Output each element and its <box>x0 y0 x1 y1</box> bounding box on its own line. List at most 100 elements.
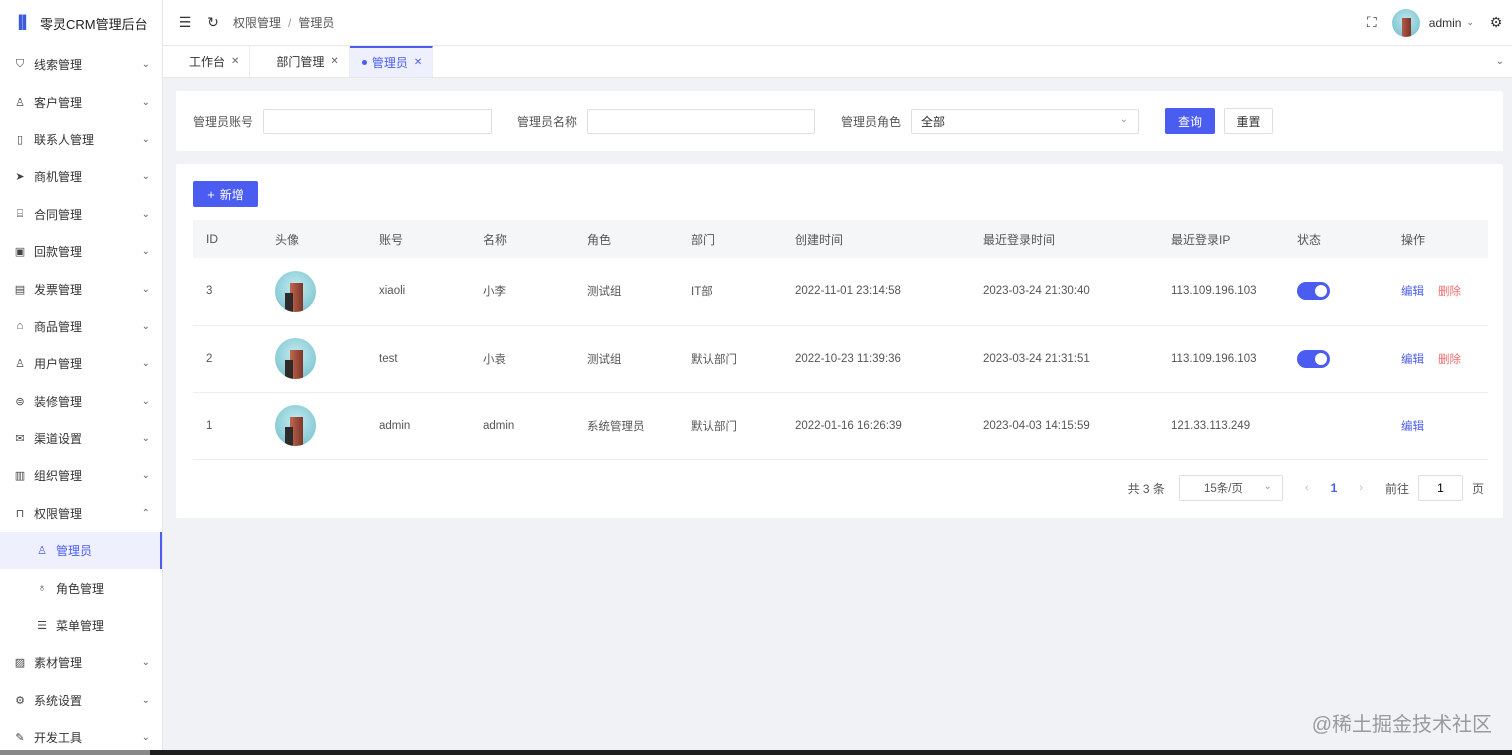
sidebar-item-label: 渠道设置 <box>34 432 83 447</box>
brand: ll 零灵CRM管理后台 <box>0 0 162 46</box>
close-icon[interactable]: ✕ <box>330 56 338 67</box>
cell-name: admin <box>470 392 574 460</box>
avatar <box>275 338 316 379</box>
close-icon[interactable]: ✕ <box>414 57 422 68</box>
reset-button[interactable]: 重置 <box>1224 108 1274 134</box>
sidebar-bottom-item-0[interactable]: ▨ 素材管理 ⌄ <box>0 644 162 681</box>
role-select[interactable]: 全部 ⌄ <box>911 108 1140 134</box>
status-toggle[interactable] <box>1297 282 1330 301</box>
sidebar-item-label: 发票管理 <box>34 282 83 297</box>
chevron-icon: ⌄ <box>141 96 150 108</box>
delete-link[interactable]: 删除 <box>1438 286 1461 298</box>
cell-avatar <box>262 392 366 460</box>
column-header: 角色 <box>574 220 678 258</box>
briefcase-icon: ⌸ <box>16 207 24 220</box>
sidebar-item-11[interactable]: ▥ 组织管理 ⌄ <box>0 457 162 494</box>
cell-actions: 编辑 删除 <box>1388 325 1488 393</box>
query-button[interactable]: 查询 <box>1165 108 1216 134</box>
tabs-more-icon[interactable]: ⌄ <box>1496 46 1504 77</box>
sidebar-bottom-item-1[interactable]: ⚙ 系统设置 ⌄ <box>0 682 162 719</box>
delete-link[interactable]: 删除 <box>1438 354 1461 366</box>
sidebar-item-3[interactable]: ➤ 商机管理 ⌄ <box>0 158 162 195</box>
cell-account: test <box>366 325 470 393</box>
user-avatar[interactable] <box>1391 8 1420 37</box>
column-header: 最近登录时间 <box>970 220 1158 258</box>
cell-created: 2022-10-23 11:39:36 <box>782 325 970 393</box>
page-number[interactable]: 1 <box>1331 481 1338 495</box>
breadcrumb-item-permission[interactable]: 权限管理 <box>233 14 281 31</box>
column-header: ID <box>193 220 262 258</box>
cell-last-login: 2023-03-24 21:30:40 <box>970 258 1158 326</box>
sidebar-item-4[interactable]: ⌸ 合同管理 ⌄ <box>0 196 162 233</box>
goto-page-input[interactable] <box>1417 475 1463 501</box>
sidebar-subitem-0[interactable]: ♙ 管理员 <box>0 532 162 570</box>
page-suffix: 页 <box>1471 481 1484 496</box>
sidebar-item-10[interactable]: ✉ 渠道设置 ⌄ <box>0 420 162 457</box>
column-header: 头像 <box>262 220 366 258</box>
page-size-select[interactable]: 15条/页 ⌄ <box>1178 475 1283 501</box>
sidebar-item-5[interactable]: ▣ 回款管理 ⌄ <box>0 233 162 270</box>
clue-icon: ⛉ <box>15 58 25 71</box>
sidebar-item-9[interactable]: ⊜ 装修管理 ⌄ <box>0 383 162 420</box>
account-label: 管理员账号 <box>193 114 254 129</box>
send-icon: ➤ <box>15 171 25 184</box>
edit-link[interactable]: 编辑 <box>1401 421 1424 433</box>
sidebar-item-label: 商机管理 <box>34 170 83 185</box>
search-panel: 管理员账号 管理员名称 管理员角色 全部 ⌄ 查询 重置 <box>176 91 1503 151</box>
bottom-scrollbar[interactable] <box>0 750 1512 755</box>
sidebar-item-1[interactable]: ♙ 客户管理 ⌄ <box>0 83 162 120</box>
fullscreen-icon[interactable]: ⛶ <box>1364 14 1380 31</box>
prev-page-icon[interactable]: ‹ <box>1305 482 1309 494</box>
sidebar-item-label: 角色管理 <box>56 581 105 596</box>
chevron-icon: ⌄ <box>141 694 150 706</box>
chevron-icon: ⌄ <box>141 470 150 482</box>
chevron-down-icon: ⌄ <box>1119 113 1129 125</box>
plus-icon: + <box>207 186 215 202</box>
sidebar-item-8[interactable]: ♙ 用户管理 ⌄ <box>0 345 162 382</box>
sidebar-subitem-1[interactable]: ♁ 角色管理 <box>0 569 162 606</box>
sidebar-item-12[interactable]: ⊓ 权限管理 ⌃ <box>0 495 162 532</box>
add-button[interactable]: + 新增 <box>193 181 258 207</box>
sidebar-item-0[interactable]: ⛉ 线索管理 ⌄ <box>0 46 162 83</box>
account-input[interactable] <box>263 108 493 134</box>
sidebar-item-label: 合同管理 <box>34 207 83 222</box>
chevron-icon: ⌄ <box>141 171 150 183</box>
sidebar-item-label: 组织管理 <box>34 469 83 484</box>
picture-icon: ▨ <box>14 657 26 670</box>
chevron-down-icon: ⌄ <box>1263 481 1272 492</box>
close-icon[interactable]: ✕ <box>231 56 239 67</box>
cell-id: 1 <box>193 392 262 460</box>
chevron-icon: ⌄ <box>141 358 150 370</box>
sidebar-item-label: 系统设置 <box>34 693 83 708</box>
tab-department[interactable]: 部门管理 ✕ <box>250 46 350 77</box>
sidebar-item-7[interactable]: ⌂ 商品管理 ⌄ <box>0 308 162 345</box>
refresh-icon[interactable]: ↻ <box>205 14 221 31</box>
edit-link[interactable]: 编辑 <box>1401 286 1424 298</box>
cell-ip: 113.109.196.103 <box>1158 325 1284 393</box>
column-header: 账号 <box>366 220 470 258</box>
chevron-icon: ⌄ <box>141 732 150 744</box>
status-toggle[interactable] <box>1297 349 1330 368</box>
gear-icon[interactable]: ⚙ <box>1488 14 1504 31</box>
role-label: 管理员角色 <box>841 114 902 129</box>
avatar <box>275 270 316 312</box>
sidebar-menu: ⛉ 线索管理 ⌄ ♙ 客户管理 ⌄ ▯ 联系人管理 ⌄ ➤ 商机管理 ⌄ ⌸ 合同管理 ⌄ ▣ 回款管理 ⌄ ▤ 发票… <box>0 46 162 755</box>
brand-logo: ll <box>17 11 28 35</box>
sidebar-subitem-2[interactable]: ☰ 菜单管理 <box>0 607 162 644</box>
sidebar-item-2[interactable]: ▯ 联系人管理 ⌄ <box>0 121 162 158</box>
tab-admin[interactable]: 管理员 ✕ <box>349 46 434 77</box>
sidebar-item-label: 装修管理 <box>34 394 83 409</box>
user-name[interactable]: admin <box>1429 16 1462 30</box>
name-input[interactable] <box>587 108 816 134</box>
cell-avatar <box>262 325 366 393</box>
sidebar-item-6[interactable]: ▤ 发票管理 ⌄ <box>0 270 162 307</box>
edit-icon: ✎ <box>15 732 25 745</box>
next-page-icon[interactable]: › <box>1359 482 1363 494</box>
menu-fold-icon[interactable]: ☰ <box>177 14 193 31</box>
sidebar-item-label: 用户管理 <box>34 357 83 372</box>
user-icon: ♙ <box>15 96 25 109</box>
chevron-icon: ⌄ <box>141 133 150 145</box>
edit-link[interactable]: 编辑 <box>1401 354 1424 366</box>
chevron-down-icon[interactable]: ⌄ <box>1466 17 1474 28</box>
tab-workbench[interactable]: 工作台 ✕ <box>163 46 251 77</box>
